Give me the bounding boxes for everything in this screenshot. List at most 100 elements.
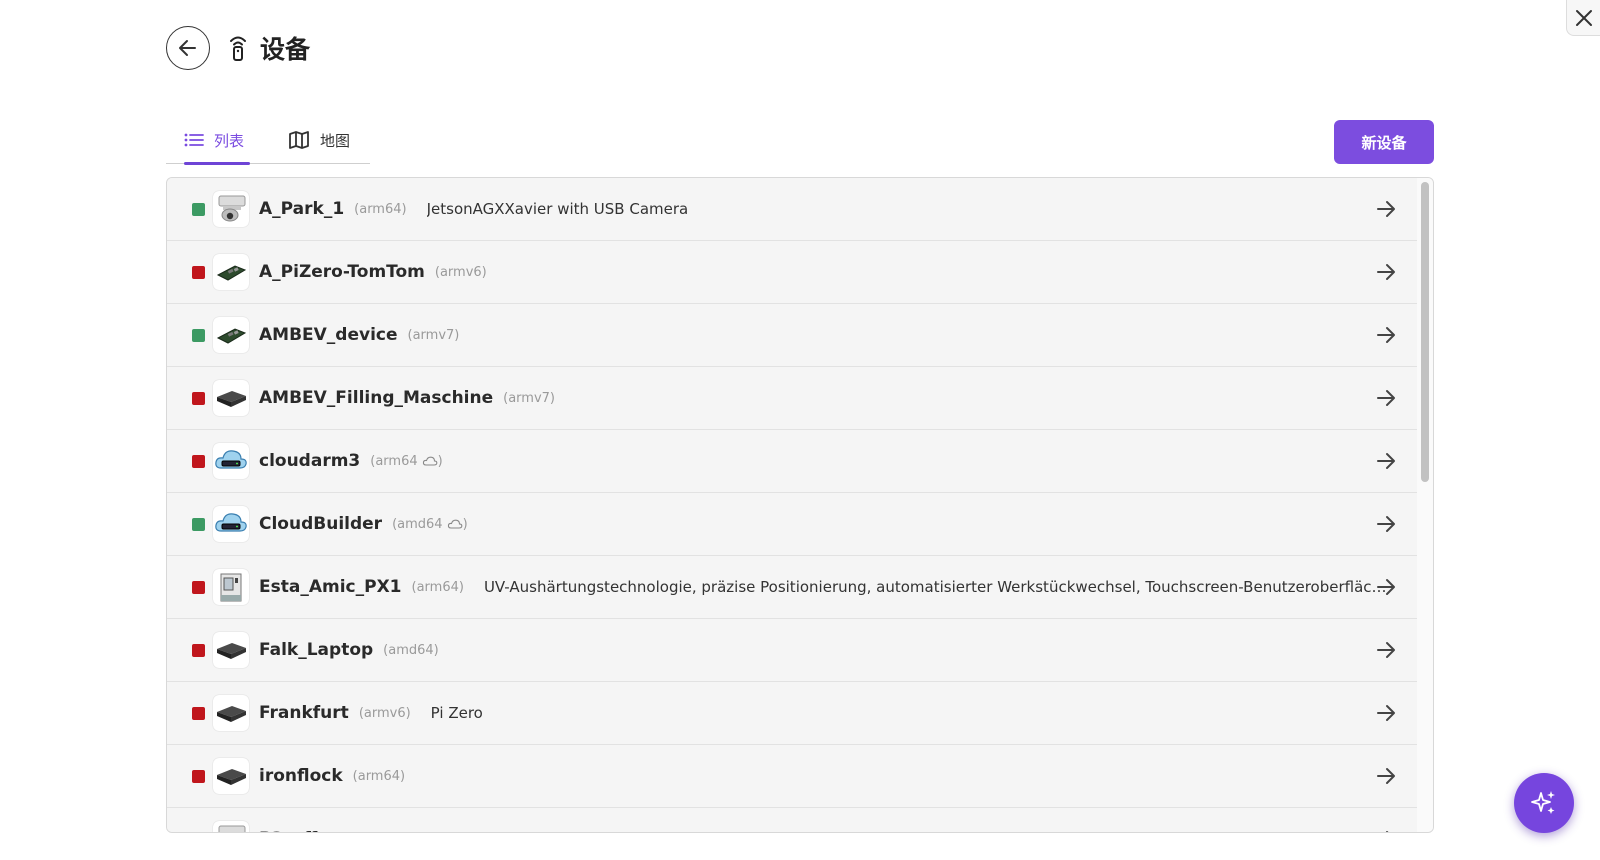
map-icon <box>289 131 309 149</box>
open-device-button[interactable] <box>1375 765 1397 787</box>
device-row[interactable]: AMBEV_device (armv7) <box>167 304 1419 367</box>
arrow-left-icon <box>179 40 196 56</box>
device-name: CloudBuilder <box>259 514 383 534</box>
arch-close-paren: ) <box>437 453 443 469</box>
edge-box-icon <box>213 695 249 731</box>
device-description: JetsonAGXXavier with USB Camera <box>426 200 689 218</box>
remote-device-icon <box>228 34 248 62</box>
arrow-right-icon <box>1386 831 1389 832</box>
arrow-right-icon <box>1377 768 1395 784</box>
device-arch-text: (armv6) <box>358 705 411 721</box>
status-indicator <box>192 265 205 279</box>
edge-box-icon <box>213 632 249 668</box>
arrow-right-icon <box>1377 264 1395 280</box>
status-indicator <box>192 391 205 405</box>
arrow-right-icon <box>1377 453 1395 469</box>
device-name: A_Park_1 <box>259 199 345 219</box>
status-indicator <box>192 833 205 834</box>
arrow-right-icon <box>1377 327 1395 343</box>
device-arch: (armv6) <box>359 706 411 721</box>
tab-map-label: 地图 <box>320 131 351 150</box>
status-indicator <box>192 454 205 468</box>
open-device-button[interactable] <box>1375 324 1397 346</box>
device-row[interactable]: A_Park_1 (arm64) JetsonAGXXavier with USB … <box>167 178 1419 241</box>
device-name: P3_off <box>259 829 317 832</box>
new-device-button[interactable]: 新设备 <box>1334 120 1434 164</box>
device-row[interactable]: CloudBuilder (amd64) <box>167 493 1419 556</box>
open-device-button[interactable] <box>1375 387 1397 409</box>
arrow-right-icon <box>1377 516 1395 532</box>
device-arch: (arm64) <box>353 769 405 784</box>
device-arch-text: (arm64) <box>352 768 406 784</box>
close-button[interactable] <box>1566 0 1600 36</box>
device-arch-text: (arm64 <box>370 453 418 469</box>
device-row[interactable]: Frankfurt (armv6) Pi Zero <box>167 682 1419 745</box>
circuit-board-icon <box>213 317 249 353</box>
device-name: A_PiZero-TomTom <box>259 262 425 282</box>
security-camera-icon <box>213 821 249 832</box>
device-list: A_Park_1 (arm64) JetsonAGXXavier with USB … <box>167 178 1419 834</box>
device-name: AMBEV_Filling_Maschine <box>259 388 494 408</box>
scrollbar[interactable] <box>1417 178 1433 832</box>
arrow-right-icon <box>1377 579 1395 595</box>
tab-map[interactable]: 地图 <box>288 116 350 164</box>
device-row[interactable]: A_PiZero-TomTom (armv6) <box>167 241 1419 304</box>
status-indicator <box>192 643 205 657</box>
status-indicator <box>192 202 205 216</box>
open-device-button[interactable] <box>1375 639 1397 661</box>
device-list-panel: A_Park_1 (arm64) JetsonAGXXavier with USB … <box>166 177 1434 833</box>
open-device-button[interactable] <box>1375 198 1397 220</box>
device-name: Falk_Laptop <box>259 640 374 660</box>
security-camera-icon <box>213 191 249 227</box>
device-arch-text: (arm64) <box>411 579 464 595</box>
device-arch-text: (amd64 <box>392 516 443 532</box>
device-row[interactable]: cloudarm3 (arm64) <box>167 430 1419 493</box>
tab-list[interactable]: 列表 <box>184 116 250 165</box>
page-title: 设备 <box>260 35 311 64</box>
device-arch: (armv6) <box>435 265 487 280</box>
open-device-button[interactable] <box>1375 261 1397 283</box>
device-row[interactable]: ironflock (arm64) <box>167 745 1419 808</box>
edge-box-icon <box>213 758 249 794</box>
cloud-icon <box>447 519 462 529</box>
cloud-icon <box>422 456 437 466</box>
device-name: cloudarm3 <box>259 451 361 471</box>
circuit-board-icon <box>213 254 249 290</box>
sparkle-icon <box>1531 791 1555 814</box>
view-tabs: 列表 地图 <box>166 116 370 165</box>
open-device-button[interactable] <box>1375 450 1397 472</box>
device-arch: (armv7) <box>503 391 555 406</box>
device-arch-text: (amd64) <box>383 642 439 658</box>
arrow-right-icon <box>1377 642 1395 658</box>
device-arch: (amd64) <box>392 517 468 532</box>
device-arch-text: (armv7) <box>407 327 460 343</box>
industrial-machine-icon <box>213 569 249 605</box>
cloud-server-icon <box>213 443 249 479</box>
open-device-button[interactable] <box>1375 513 1397 535</box>
status-indicator <box>192 517 205 531</box>
open-device-button[interactable] <box>1375 702 1397 724</box>
scrollbar-thumb[interactable] <box>1421 182 1429 482</box>
device-row[interactable]: Esta_Amic_PX1 (arm64) UV-Aushärtungstechno… <box>167 556 1419 619</box>
open-device-button[interactable] <box>1375 828 1397 832</box>
device-row[interactable]: AMBEV_Filling_Maschine (armv7) <box>167 367 1419 430</box>
device-name: Frankfurt <box>259 703 349 723</box>
device-row[interactable]: P3_off (arm64) <box>167 808 1419 834</box>
device-arch-text: (arm64) <box>354 201 407 217</box>
status-indicator <box>192 328 205 342</box>
edge-box-icon <box>213 380 249 416</box>
device-arch: (arm64) <box>327 832 379 833</box>
device-row[interactable]: Falk_Laptop (amd64) <box>167 619 1419 682</box>
back-button[interactable] <box>166 26 210 70</box>
status-indicator <box>192 706 205 720</box>
page-header: 设备 <box>166 26 310 70</box>
cloud-server-icon <box>213 506 249 542</box>
device-description: UV-Aushärtungstechnologie, präzise Posit… <box>483 578 1394 596</box>
device-arch: (arm64) <box>370 454 442 469</box>
list-icon <box>184 133 204 147</box>
open-device-button[interactable] <box>1375 576 1397 598</box>
arrow-right-icon <box>1377 201 1395 217</box>
arrow-right-icon <box>1377 390 1395 406</box>
device-arch: (arm64) <box>412 580 464 595</box>
ai-assistant-button[interactable] <box>1514 773 1574 833</box>
